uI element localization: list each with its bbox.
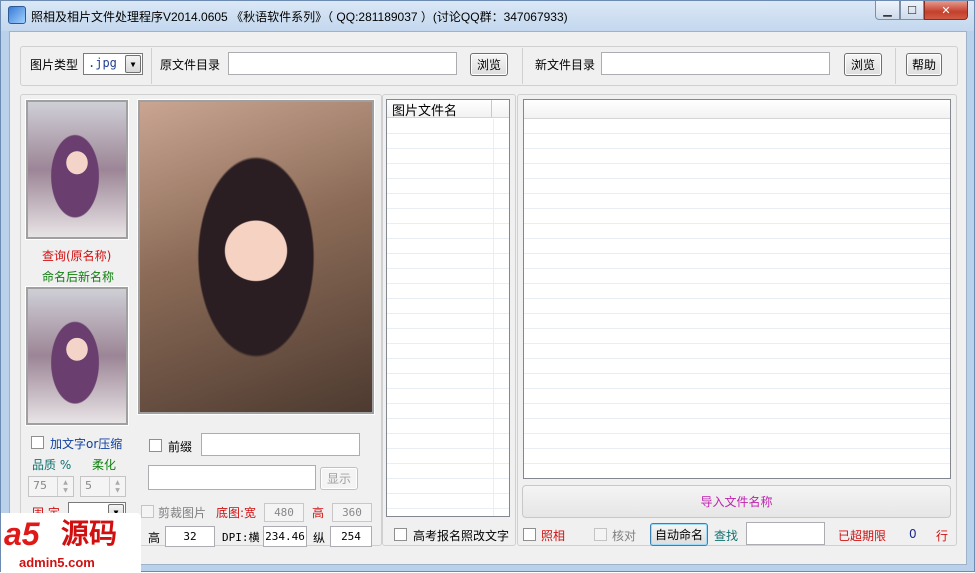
- prefix-label: 前缀: [168, 440, 193, 454]
- divider: [895, 48, 896, 84]
- divider: [151, 48, 152, 84]
- new-dir-label: 新文件目录: [535, 58, 596, 72]
- base-height-label: 高: [312, 506, 325, 520]
- new-dir-input[interactable]: [601, 52, 830, 75]
- dpi-vertical-label: 纵: [313, 531, 326, 545]
- base-height-input[interactable]: 360: [332, 503, 372, 522]
- new-name-list[interactable]: [523, 99, 951, 479]
- base-width-label: 底图:宽: [216, 506, 257, 520]
- file-name-rows[interactable]: [387, 119, 509, 516]
- list-header[interactable]: 图片文件名: [387, 100, 509, 119]
- image-type-label: 图片类型: [30, 58, 79, 72]
- prefix-checkbox[interactable]: [149, 439, 162, 452]
- expired-label: 已超期限: [838, 529, 887, 543]
- verify-label: 核对: [612, 529, 637, 543]
- file-name-list[interactable]: 图片文件名: [386, 99, 510, 517]
- height-input[interactable]: 32: [165, 526, 215, 547]
- show-button[interactable]: 显示: [320, 467, 358, 490]
- dpi-horizontal-input[interactable]: 234.46: [263, 526, 307, 547]
- original-thumbnail[interactable]: [25, 99, 129, 240]
- exam-photo-checkbox[interactable]: [394, 528, 407, 541]
- window-title: 照相及相片文件处理程序V2014.0605 《秋语软件系列》（ QQ:28118…: [31, 10, 568, 24]
- client-area: 图片类型 .jpg ▼ 原文件目录 浏览 新文件目录 浏览 帮助 查询(原名称)…: [9, 31, 967, 565]
- browse-new-button[interactable]: 浏览: [844, 53, 882, 76]
- browse-source-button[interactable]: 浏览: [470, 53, 508, 76]
- image-type-value: .jpg: [88, 56, 117, 70]
- row-count-value: 0: [909, 527, 917, 541]
- chevron-down-icon[interactable]: ▼: [125, 55, 141, 73]
- source-dir-input[interactable]: [228, 52, 457, 75]
- source-dir-label: 原文件目录: [160, 58, 221, 72]
- column-divider: [493, 119, 494, 516]
- main-window: 照相及相片文件处理程序V2014.0605 《秋语软件系列》（ QQ:28118…: [0, 0, 975, 573]
- soften-value: 5: [85, 479, 92, 492]
- quality-spinner[interactable]: 75 ▲ ▼: [28, 476, 74, 497]
- image-type-select[interactable]: .jpg ▼: [83, 53, 143, 75]
- search-label: 查找: [714, 529, 739, 543]
- soften-spinner[interactable]: 5 ▲ ▼: [80, 476, 126, 497]
- add-text-checkbox[interactable]: [31, 436, 44, 449]
- row-label: 行: [936, 529, 949, 543]
- photo-label: 照相: [541, 529, 566, 543]
- window-controls: ▁ ☐ ✕: [875, 1, 968, 21]
- watermark-brand: 源码: [61, 517, 118, 550]
- spinner-arrows-icon[interactable]: ▲ ▼: [57, 477, 73, 496]
- minimize-icon[interactable]: ▁: [875, 1, 900, 20]
- exam-photo-label: 高考报名照改文字: [413, 529, 510, 543]
- title-bar[interactable]: 照相及相片文件处理程序V2014.0605 《秋语软件系列》（ QQ:28118…: [1, 1, 974, 31]
- secondary-input[interactable]: [148, 465, 316, 490]
- crop-label: 剪裁图片: [158, 506, 207, 520]
- photo-checkbox[interactable]: [523, 528, 536, 541]
- crop-checkbox[interactable]: [141, 505, 154, 518]
- rename-label: 命名后新名称: [42, 270, 115, 284]
- dpi-vertical-input[interactable]: 254: [330, 526, 372, 547]
- watermark-a5: a5: [4, 516, 40, 552]
- maximize-icon[interactable]: ☐: [900, 1, 924, 20]
- list-header[interactable]: [524, 100, 950, 119]
- app-icon: [8, 6, 26, 24]
- renamed-thumbnail[interactable]: [25, 286, 129, 426]
- spinner-arrows-icon[interactable]: ▲ ▼: [109, 477, 125, 496]
- import-names-button[interactable]: 导入文件名称: [522, 485, 951, 518]
- add-text-label: 加文字or压缩: [50, 437, 123, 451]
- quality-label: 品质 %: [32, 458, 72, 472]
- main-photo-preview[interactable]: [137, 99, 375, 415]
- search-input[interactable]: [746, 522, 825, 545]
- watermark-url: admin5.com: [19, 555, 95, 570]
- verify-checkbox[interactable]: [594, 528, 607, 541]
- close-icon[interactable]: ✕: [924, 1, 968, 20]
- help-button[interactable]: 帮助: [906, 53, 942, 76]
- watermark-logo: a5 源码 admin5.com: [1, 513, 141, 573]
- query-label[interactable]: 查询(原名称): [42, 247, 111, 264]
- dpi-label: DPI:横: [222, 531, 260, 544]
- soften-label: 柔化: [92, 458, 117, 472]
- base-width-input[interactable]: 480: [264, 503, 304, 522]
- prefix-input[interactable]: [201, 433, 360, 456]
- file-name-column-header[interactable]: 图片文件名: [392, 100, 492, 119]
- quality-value: 75: [33, 479, 47, 492]
- divider: [522, 48, 523, 84]
- auto-name-button[interactable]: 自动命名: [650, 523, 708, 546]
- new-name-rows[interactable]: [524, 119, 950, 478]
- height-label: 高: [148, 531, 161, 545]
